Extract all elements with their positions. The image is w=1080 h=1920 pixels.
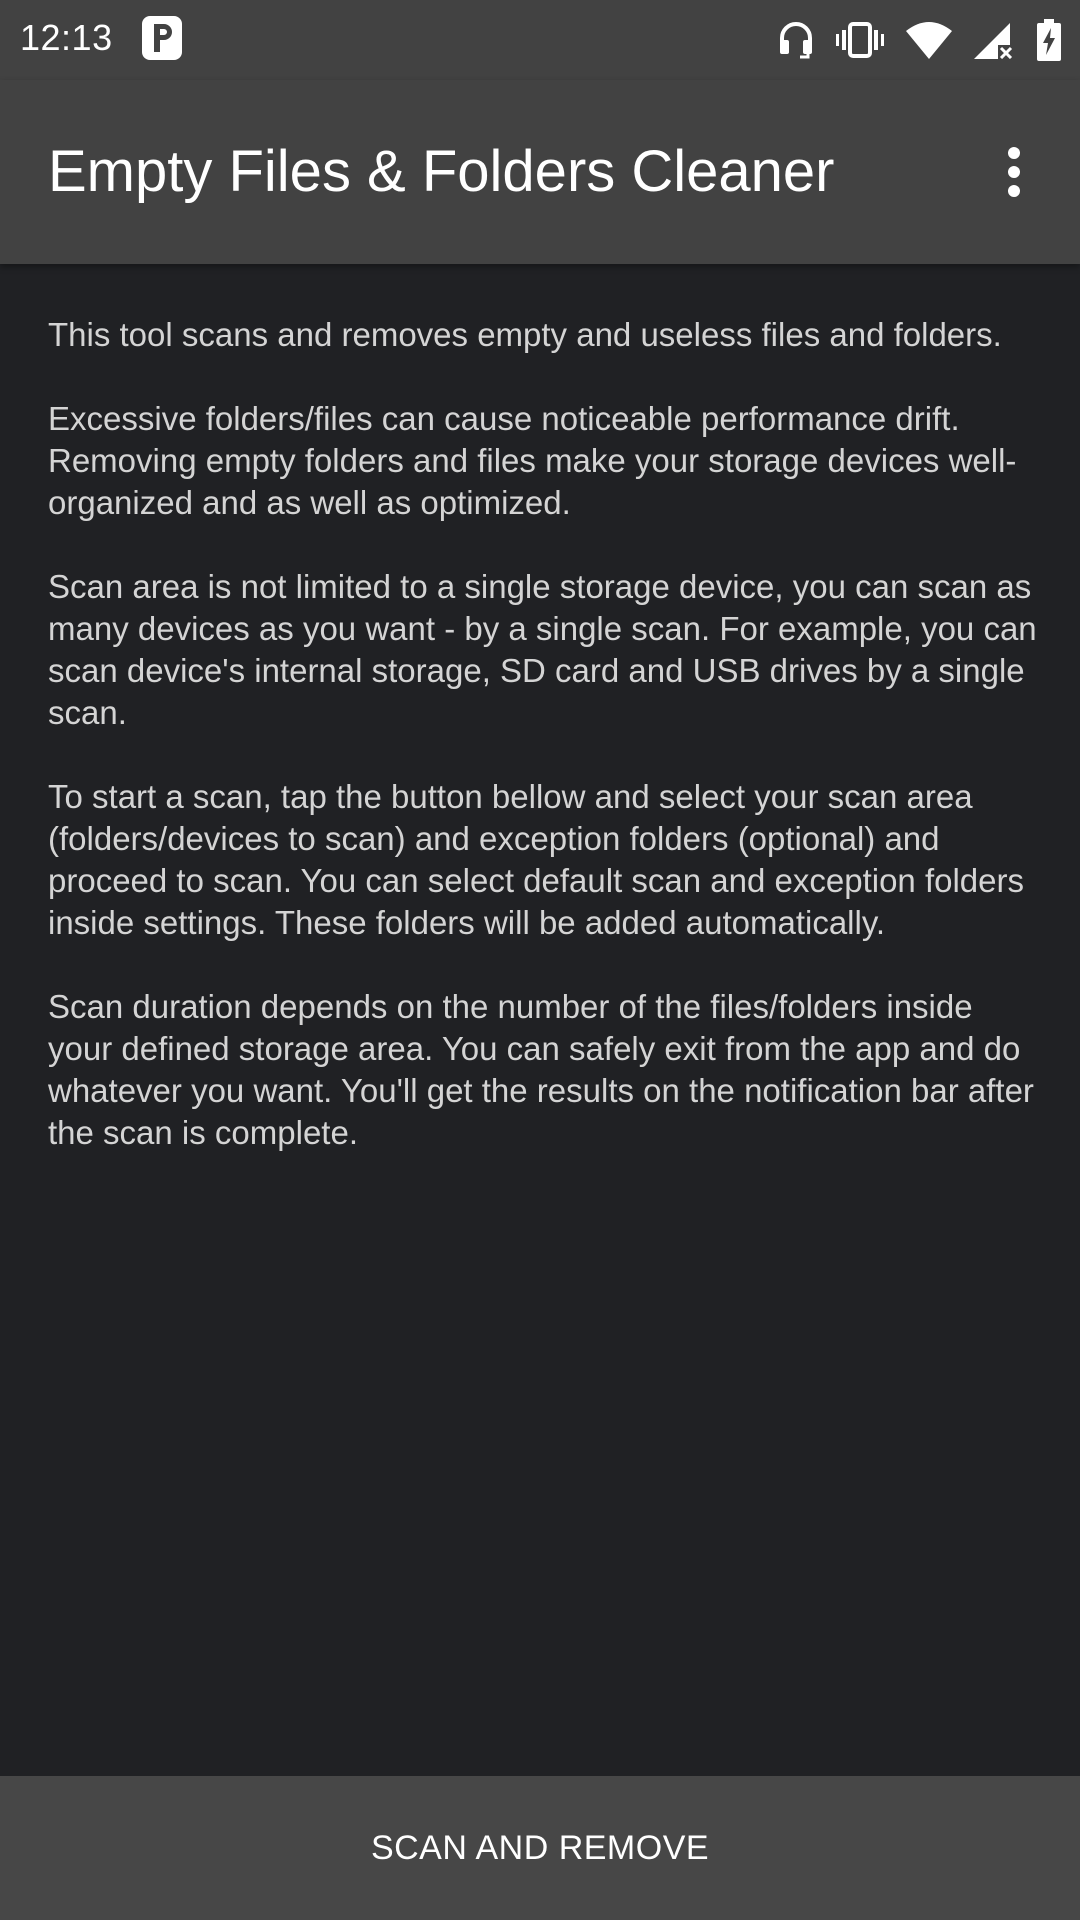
description-paragraph: Scan area is not limited to a single sto… — [48, 568, 1037, 731]
description: This tool scans and removes empty and us… — [48, 314, 1038, 1196]
scan-and-remove-button[interactable]: SCAN AND REMOVE — [0, 1776, 1080, 1920]
description-paragraph: Excessive folders/files can cause notice… — [48, 400, 1017, 521]
app-bar: Empty Files & Folders Cleaner — [0, 80, 1080, 264]
vibrate-icon — [836, 20, 884, 60]
description-paragraph: To start a scan, tap the button bellow a… — [48, 778, 1024, 941]
battery-charging-icon — [1036, 19, 1062, 61]
scan-and-remove-label: SCAN AND REMOVE — [370, 1828, 710, 1867]
more-vert-icon[interactable] — [978, 134, 1050, 210]
headset-icon — [778, 20, 814, 60]
wifi-icon — [906, 21, 952, 59]
status-icons — [778, 14, 1062, 66]
description-paragraph: Scan duration depends on the number of t… — [48, 988, 1034, 1151]
screen: 12:13 Empty Files & Folders Cleaner This… — [0, 0, 1080, 1920]
description-paragraph: This tool scans and removes empty and us… — [48, 316, 1002, 353]
parking-icon — [142, 16, 182, 60]
app-title: Empty Files & Folders Cleaner — [48, 139, 835, 204]
status-time: 12:13 — [20, 17, 113, 58]
signal-icon — [974, 21, 1014, 59]
status-bar: 12:13 — [0, 0, 1080, 80]
